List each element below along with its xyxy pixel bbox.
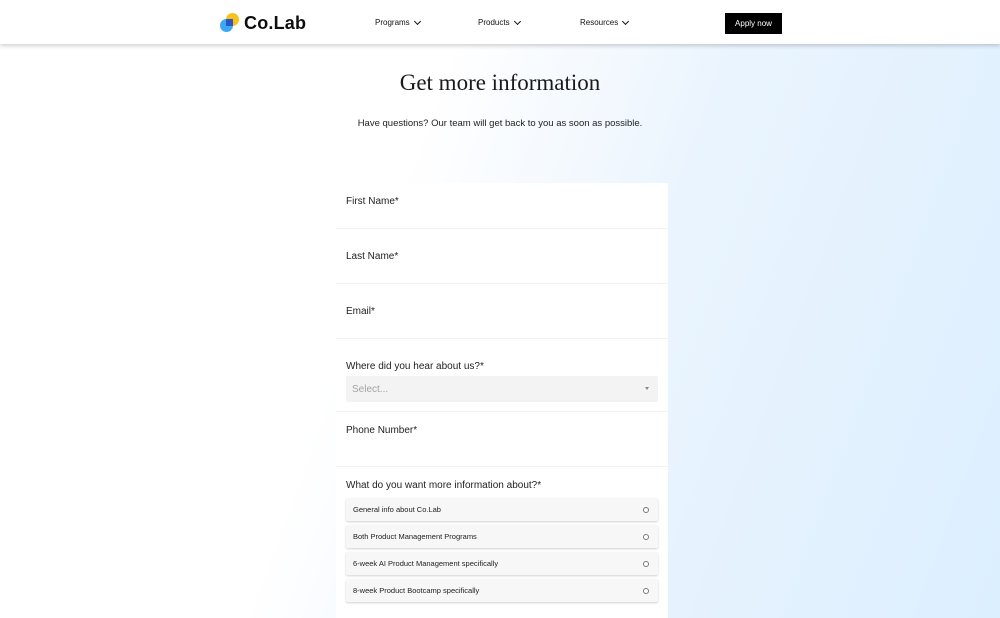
chevron-down-icon	[513, 17, 521, 25]
last-name-label: Last Name*	[346, 251, 399, 262]
phone-label: Phone Number*	[346, 425, 418, 436]
page-subtitle: Have questions? Our team will get back t…	[357, 118, 643, 129]
nav-programs[interactable]: Programs	[375, 17, 421, 27]
colab-logo[interactable]: Co.Lab	[220, 12, 306, 34]
first-name-label: First Name*	[346, 196, 399, 207]
contact-form: First Name* Last Name* Email* Where did …	[336, 183, 668, 618]
nav-products[interactable]: Products	[478, 17, 521, 27]
interest-option-bootcamp[interactable]: 8-week Product Bootcamp specifically	[346, 579, 658, 602]
source-select[interactable]: Select...	[346, 376, 658, 402]
first-name-input[interactable]	[346, 211, 662, 229]
apply-now-button[interactable]: Apply now	[725, 13, 782, 34]
email-input[interactable]	[346, 321, 662, 339]
option-label: 6-week AI Product Management specificall…	[353, 559, 499, 568]
chevron-down-icon	[413, 17, 421, 25]
nav-products-label: Products	[478, 18, 510, 27]
radio-icon[interactable]	[643, 507, 649, 513]
divider	[336, 411, 668, 412]
interest-option-ai-pm[interactable]: 6-week AI Product Management specificall…	[346, 552, 658, 575]
top-navigation-bar: Co.Lab Programs Products Resources Apply…	[0, 0, 1000, 44]
option-label: Both Product Management Programs	[353, 532, 477, 541]
page-title: Get more information	[399, 70, 601, 95]
interest-option-both-programs[interactable]: Both Product Management Programs	[346, 525, 658, 548]
option-label: 8-week Product Bootcamp specifically	[353, 586, 480, 595]
email-label: Email*	[346, 306, 375, 317]
source-select-placeholder: Select...	[352, 383, 389, 395]
caret-down-icon	[645, 387, 649, 390]
chevron-down-icon	[622, 17, 630, 25]
phone-input[interactable]	[346, 440, 662, 458]
colab-logo-icon	[220, 13, 240, 33]
nav-resources[interactable]: Resources	[580, 17, 630, 27]
divider	[336, 338, 668, 339]
radio-icon[interactable]	[643, 588, 649, 594]
nav-programs-label: Programs	[375, 18, 410, 27]
divider	[336, 228, 668, 229]
last-name-input[interactable]	[346, 266, 662, 284]
divider	[336, 466, 668, 467]
source-label: Where did you hear about us?*	[346, 361, 484, 372]
interest-label: What do you want more information about?…	[346, 480, 542, 491]
logo-text: Co.Lab	[244, 12, 307, 33]
option-label: General info about Co.Lab	[353, 505, 441, 514]
nav-resources-label: Resources	[580, 18, 619, 27]
radio-icon[interactable]	[643, 534, 649, 540]
radio-icon[interactable]	[643, 561, 649, 567]
divider	[336, 283, 668, 284]
interest-option-general[interactable]: General info about Co.Lab	[346, 498, 658, 521]
